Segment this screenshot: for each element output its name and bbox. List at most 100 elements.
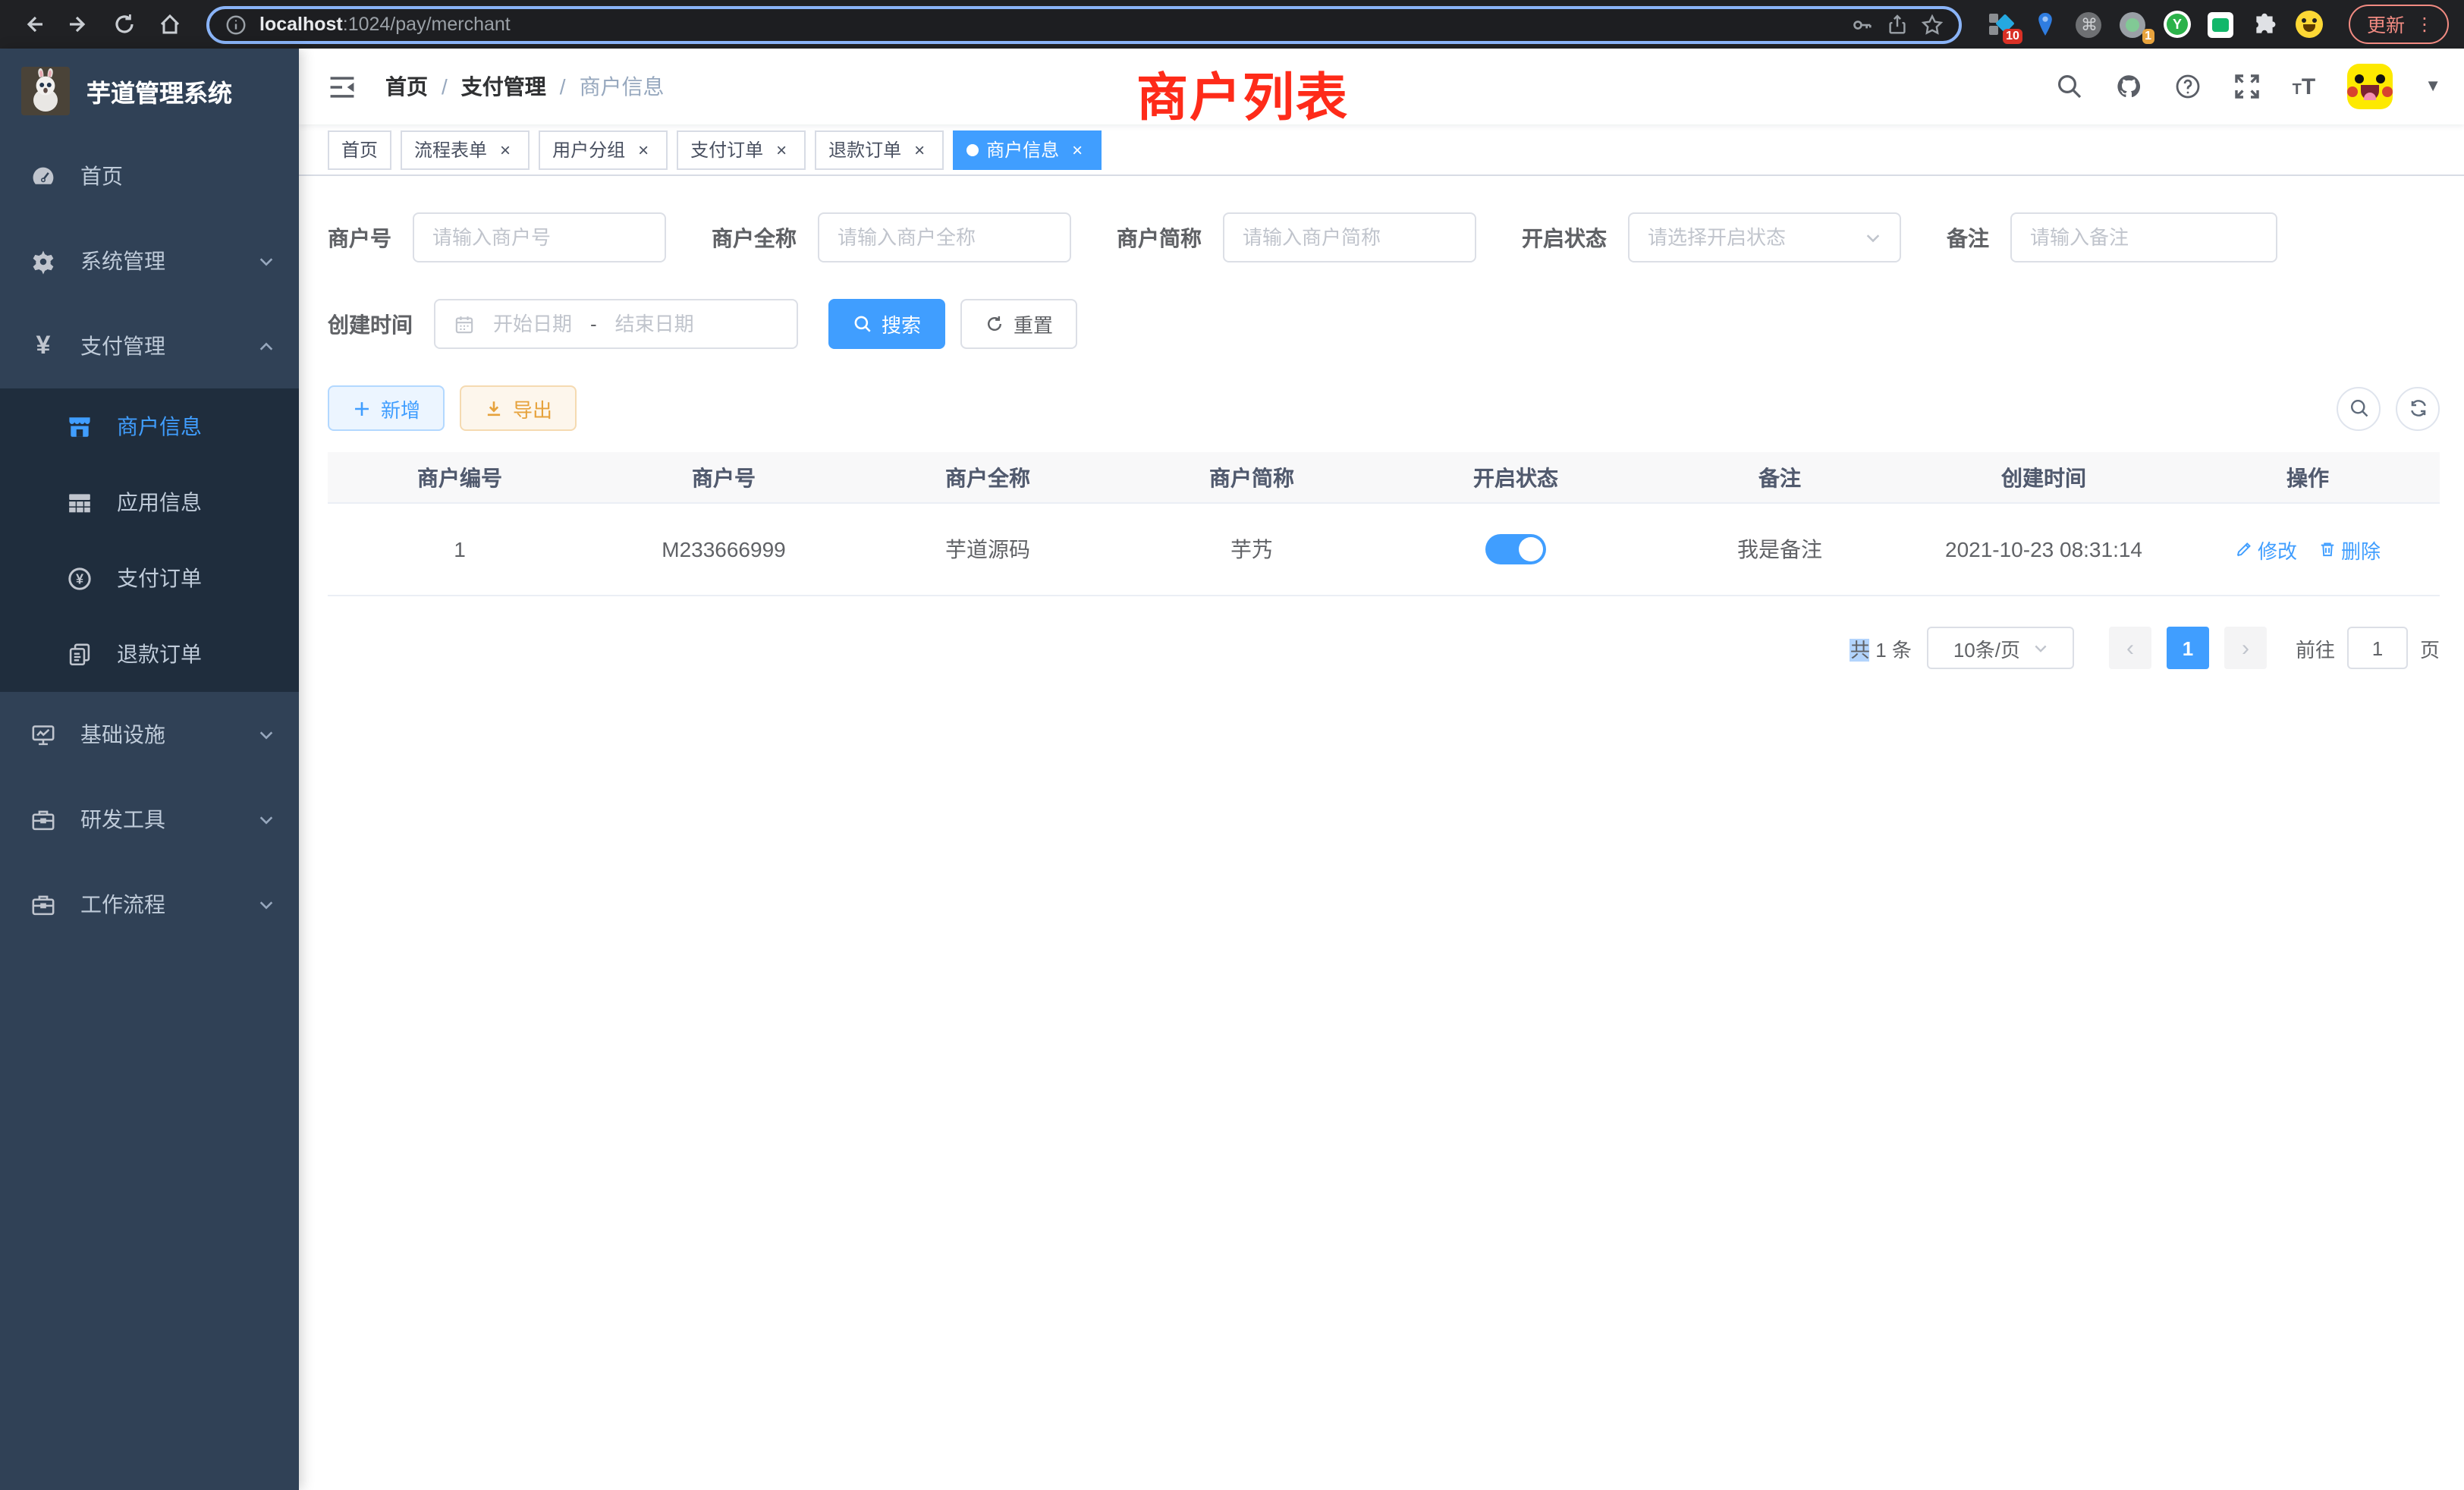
goto-page-input[interactable] xyxy=(2347,627,2408,669)
prev-page-button[interactable]: ‹ xyxy=(2109,627,2151,669)
pagination-total: 共 1 条 xyxy=(1850,633,1912,662)
sidebar-item-system[interactable]: 系统管理 xyxy=(0,218,299,303)
sidebar-item-pay-order[interactable]: ¥ 支付订单 xyxy=(0,540,299,616)
toggle-search-button[interactable] xyxy=(2337,386,2381,430)
fullscreen-icon[interactable] xyxy=(2233,73,2261,100)
header-search-icon[interactable] xyxy=(2056,73,2083,100)
breadcrumb-pay[interactable]: 支付管理 xyxy=(461,71,546,102)
sidebar-item-infra[interactable]: 基础设施 xyxy=(0,692,299,777)
next-page-button[interactable]: › xyxy=(2224,627,2267,669)
github-icon[interactable] xyxy=(2115,73,2142,100)
browser-reload-icon[interactable] xyxy=(106,6,143,42)
col-header: 商户号 xyxy=(592,452,856,502)
sidebar-item-pay[interactable]: ¥ 支付管理 xyxy=(0,303,299,388)
filter-row-2: 创建时间 - 搜索 xyxy=(328,299,2440,349)
create-time-range-input[interactable]: - xyxy=(434,299,798,349)
user-avatar[interactable] xyxy=(2347,64,2393,109)
status-select[interactable] xyxy=(1628,212,1901,262)
document-icon xyxy=(67,641,93,667)
tab-close-icon[interactable]: × xyxy=(1067,140,1088,159)
tab-home[interactable]: 首页 xyxy=(328,130,391,169)
tab-process-form[interactable]: 流程表单× xyxy=(401,130,530,169)
sidebar-pay-submenu: 商户信息 应用信息 ¥ 支付订单 xyxy=(0,388,299,692)
tab-close-icon[interactable]: × xyxy=(495,140,516,159)
page-size-select[interactable]: 10条/页 xyxy=(1927,627,2074,669)
tab-user-group[interactable]: 用户分组 × xyxy=(539,130,668,169)
tab-pay-order[interactable]: 支付订单× xyxy=(677,130,806,169)
bookmark-star-icon[interactable] xyxy=(1921,13,1944,36)
site-info-icon[interactable] xyxy=(225,13,247,36)
extensions-puzzle-icon[interactable] xyxy=(2250,9,2280,39)
address-bar[interactable]: localhost:1024/pay/merchant xyxy=(206,5,1962,43)
tab-close-icon[interactable]: × xyxy=(771,140,792,159)
extension-blue-diamond-icon[interactable]: 10 xyxy=(1986,9,2016,39)
cell-create-time: 2021-10-23 08:31:14 xyxy=(1912,504,2176,595)
sidebar-item-label: 支付管理 xyxy=(80,331,234,361)
table-header-row: 商户编号 商户号 商户全称 商户简称 开启状态 备注 创建时间 操作 xyxy=(328,452,2440,504)
status-toggle[interactable] xyxy=(1485,534,1546,564)
font-size-icon[interactable]: TT xyxy=(2293,74,2316,99)
delete-link[interactable]: 删除 xyxy=(2318,535,2381,564)
add-button[interactable]: 新增 xyxy=(328,385,445,431)
tab-close-icon[interactable]: × xyxy=(633,140,654,159)
tab-merchant-info[interactable]: 商户信息× xyxy=(953,130,1102,169)
app-logo-rabbit xyxy=(21,67,70,115)
browser-forward-icon[interactable] xyxy=(61,6,97,42)
merchant-short-input[interactable] xyxy=(1223,212,1476,262)
monitor-icon xyxy=(30,721,56,747)
app-logo-row[interactable]: 芋道管理系统 xyxy=(0,49,299,134)
search-button[interactable]: 搜索 xyxy=(828,299,945,349)
password-key-icon[interactable] xyxy=(1851,13,1874,36)
merchant-short-label: 商户简称 xyxy=(1117,222,1202,253)
main-area: 商户列表 首页 / 支付管理 / 商户信息 xyxy=(299,49,2464,1490)
edit-pen-icon xyxy=(2235,540,2253,558)
sidebar-collapse-icon[interactable] xyxy=(322,72,363,101)
extension-green-y-icon[interactable]: Y xyxy=(2162,9,2192,39)
table-toolbar: 新增 导出 xyxy=(328,385,2440,431)
browser-home-icon[interactable] xyxy=(152,6,188,42)
col-header: 商户简称 xyxy=(1120,452,1384,502)
share-icon[interactable] xyxy=(1886,13,1909,36)
sidebar-item-label: 退款订单 xyxy=(117,639,275,669)
page-number-1[interactable]: 1 xyxy=(2167,627,2209,669)
sidebar-item-label: 系统管理 xyxy=(80,246,234,276)
browser-menu-icon[interactable]: ⋮ xyxy=(2415,16,2434,31)
sidebar-item-refund-order[interactable]: 退款订单 xyxy=(0,616,299,692)
extension-command-icon[interactable]: ⌘ xyxy=(2074,9,2104,39)
svg-text:¥: ¥ xyxy=(76,571,83,586)
yuan-circle-icon: ¥ xyxy=(67,565,93,591)
table-row: 1 M233666999 芋道源码 芋艿 我是备注 2021-10-23 08:… xyxy=(328,504,2440,596)
sidebar-item-app-info[interactable]: 应用信息 xyxy=(0,464,299,540)
url-text[interactable]: localhost:1024/pay/merchant xyxy=(259,14,1839,35)
reset-button[interactable]: 重置 xyxy=(960,299,1077,349)
sidebar-item-home[interactable]: 首页 xyxy=(0,134,299,218)
edit-link[interactable]: 修改 xyxy=(2235,535,2297,564)
cell-operations: 修改 删除 xyxy=(2176,504,2440,595)
tab-close-icon[interactable]: × xyxy=(909,140,930,159)
tab-refund-order[interactable]: 退款订单× xyxy=(815,130,944,169)
gear-icon xyxy=(30,248,56,274)
sidebar-item-workflow[interactable]: 工作流程 xyxy=(0,862,299,947)
active-tab-dot xyxy=(966,143,979,156)
yuan-icon: ¥ xyxy=(30,333,56,359)
browser-update-button[interactable]: 更新 ⋮ xyxy=(2349,5,2449,44)
export-button[interactable]: 导出 xyxy=(460,385,577,431)
tab-label: 用户分组 xyxy=(552,137,625,162)
breadcrumb-home[interactable]: 首页 xyxy=(385,71,428,102)
chevron-down-icon xyxy=(258,896,275,913)
sidebar-item-devtools[interactable]: 研发工具 xyxy=(0,777,299,862)
refresh-table-button[interactable] xyxy=(2396,386,2440,430)
browser-back-icon[interactable] xyxy=(15,6,52,42)
help-icon[interactable] xyxy=(2174,73,2202,100)
extension-gray-ball-icon[interactable]: 1 xyxy=(2118,9,2148,39)
avatar-caret-icon[interactable]: ▼ xyxy=(2425,77,2441,96)
merchant-no-input[interactable] xyxy=(413,212,666,262)
col-header: 创建时间 xyxy=(1912,452,2176,502)
end-date-input xyxy=(606,313,703,335)
merchant-name-input[interactable] xyxy=(818,212,1071,262)
extension-pin-icon[interactable] xyxy=(2030,9,2060,39)
remark-input[interactable] xyxy=(2010,212,2277,262)
profile-emoji-icon[interactable] xyxy=(2294,9,2324,39)
sidebar-item-merchant-info[interactable]: 商户信息 xyxy=(0,388,299,464)
extension-chat-icon[interactable] xyxy=(2206,9,2236,39)
